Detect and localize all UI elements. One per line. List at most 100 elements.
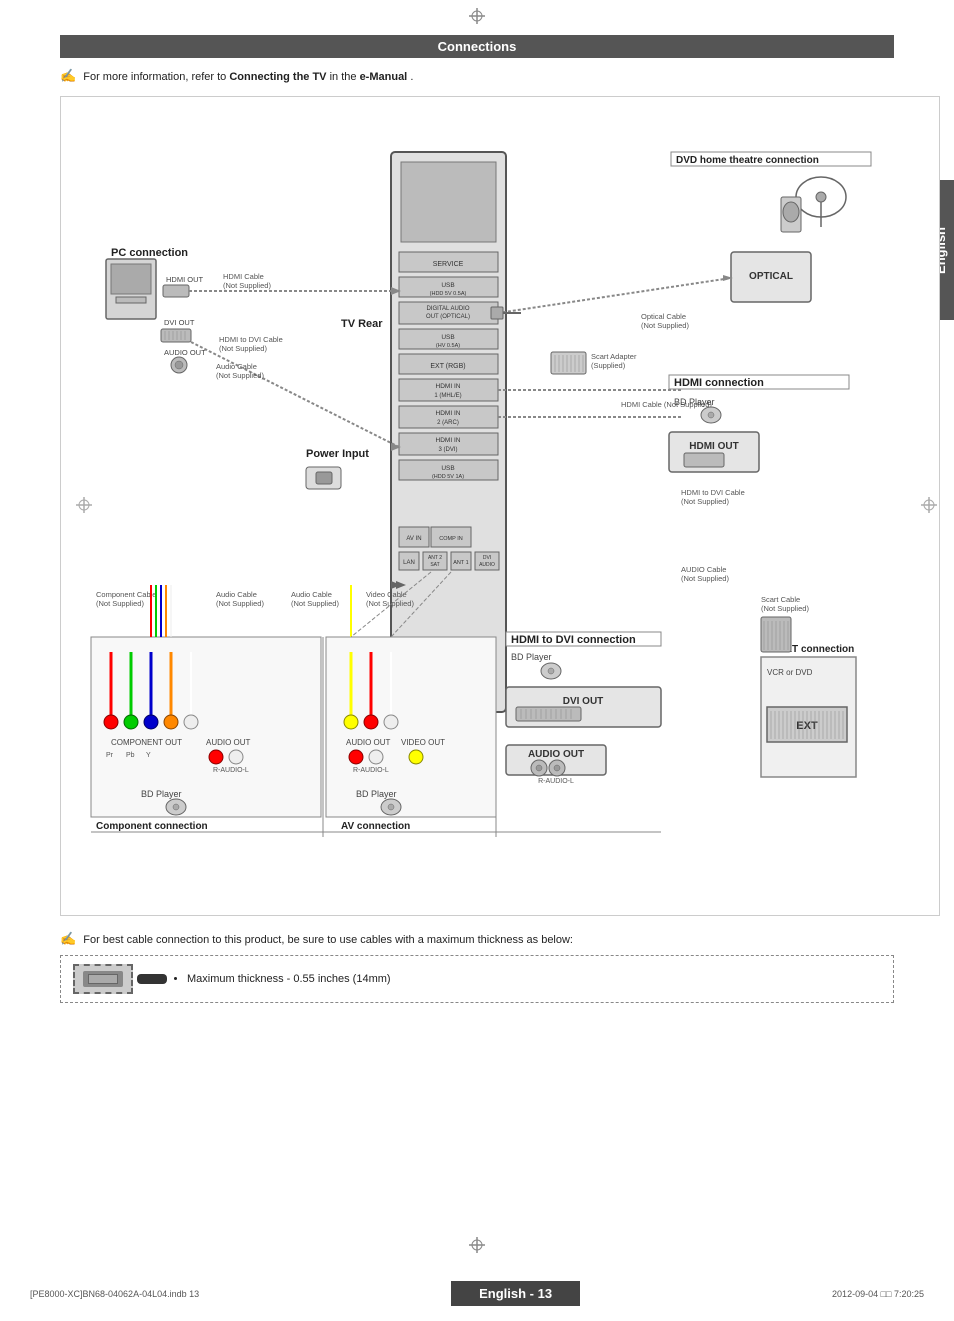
svg-text:Pr: Pr [106,752,114,759]
svg-text:AUDIO: AUDIO [479,562,495,568]
svg-text:3 (DVI): 3 (DVI) [438,447,457,453]
svg-text:Component connection: Component connection [96,821,208,832]
svg-text:AUDIO OUT: AUDIO OUT [164,348,206,357]
cable-wire [137,974,167,984]
svg-text:AUDIO OUT: AUDIO OUT [346,738,391,747]
svg-text:HDMI to DVI Cable: HDMI to DVI Cable [219,335,283,344]
svg-text:AUDIO Cable: AUDIO Cable [681,565,726,574]
svg-text:(Not Supplied): (Not Supplied) [219,344,267,353]
svg-text:COMP IN: COMP IN [439,536,462,542]
note2-text: For best cable connection to this produc… [83,934,573,946]
svg-text:VCR or DVD: VCR or DVD [767,668,813,677]
svg-text:BD Player: BD Player [141,789,182,799]
diagram-wrapper: SERVICE USB (HDD 5V 0.5A) DIGITAL AUDIO … [60,96,940,919]
svg-text:ANT 1: ANT 1 [453,560,469,566]
top-crosshair [469,8,485,27]
svg-text:BD Player: BD Player [511,652,552,662]
svg-text:HDMI OUT: HDMI OUT [689,441,738,452]
page: English Connections ✍ For more informati… [0,0,954,1321]
svg-text:(Not Supplied): (Not Supplied) [216,371,264,380]
svg-text:SERVICE: SERVICE [433,261,464,268]
svg-text:PC connection: PC connection [111,247,188,259]
svg-text:DVI: DVI [483,555,491,561]
note1-bold2: e-Manual [360,71,408,83]
note1-text: For more information, refer to [83,71,229,83]
page-number: English - 13 [479,1286,552,1301]
footer: [PE8000-XC]BN68-04062A-04L04.indb 13 Eng… [0,1281,954,1306]
page-number-box: English - 13 [451,1281,580,1306]
note1-mid: in the [330,71,360,83]
svg-text:HDMI OUT: HDMI OUT [166,275,203,284]
svg-text:EXT (RGB): EXT (RGB) [430,363,465,370]
svg-text:(Not Supplied): (Not Supplied) [223,281,271,290]
svg-text:HDMI IN: HDMI IN [436,410,461,417]
svg-text:(Not Supplied): (Not Supplied) [681,574,729,583]
bottom-crosshair [469,1237,485,1256]
connections-diagram: SERVICE USB (HDD 5V 0.5A) DIGITAL AUDIO … [60,96,940,916]
svg-text:1 (MHL/E): 1 (MHL/E) [434,393,461,399]
footer-right: 2012-09-04 □□ 7:20:25 [832,1289,924,1299]
note1: ✍ For more information, refer to Connect… [60,68,894,84]
svg-text:(HDD 5V 1A): (HDD 5V 1A) [432,474,464,480]
svg-text:VIDEO OUT: VIDEO OUT [401,738,445,747]
cable-icon [73,964,133,994]
svg-text:HDMI IN: HDMI IN [436,437,461,444]
note-icon: ✍ [60,68,76,83]
svg-text:Y: Y [146,752,151,759]
svg-text:AUDIO OUT: AUDIO OUT [528,749,584,760]
svg-text:(Supplied): (Supplied) [591,361,626,370]
svg-text:DVI OUT: DVI OUT [563,696,604,707]
svg-text:(Not Supplied): (Not Supplied) [291,599,339,608]
svg-text:BD Player: BD Player [356,789,397,799]
svg-text:HDMI connection: HDMI connection [674,377,764,389]
cable-specs-list: Maximum thickness - 0.55 inches (14mm) [187,973,391,985]
main-content: Connections ✍ For more information, refe… [30,20,924,1083]
connections-header: Connections [60,35,894,58]
svg-text:Power Input: Power Input [306,448,369,460]
svg-text:LAN: LAN [403,560,415,566]
svg-text:R-AUDIO-L: R-AUDIO-L [353,767,389,774]
svg-text:(Not Supplied): (Not Supplied) [681,497,729,506]
svg-text:BD Player: BD Player [674,397,715,407]
svg-text:HDMI Cable: HDMI Cable [223,272,264,281]
svg-text:Optical Cable: Optical Cable [641,312,686,321]
svg-text:Scart Cable: Scart Cable [761,595,800,604]
svg-text:DVI OUT: DVI OUT [164,318,195,327]
svg-text:(Not Supplied): (Not Supplied) [216,599,264,608]
note1-end: . [410,71,413,83]
svg-text:Audio Cable: Audio Cable [291,590,332,599]
note2-icon: ✍ [60,931,76,946]
svg-text:HDMI to DVI Cable: HDMI to DVI Cable [681,488,745,497]
svg-text:OUT (OPTICAL): OUT (OPTICAL) [426,314,470,320]
svg-text:USB: USB [441,334,454,341]
svg-text:R-AUDIO-L: R-AUDIO-L [213,767,249,774]
svg-text:(HDD 5V 0.5A): (HDD 5V 0.5A) [430,291,467,297]
header-title: Connections [438,39,517,54]
svg-text:Pb: Pb [126,752,135,759]
cable-note-text: Maximum thickness - 0.55 inches (14mm) [187,973,391,985]
svg-text:DIGITAL AUDIO: DIGITAL AUDIO [426,306,469,312]
cable-plug [88,974,118,984]
svg-text:Audio Cable: Audio Cable [216,590,257,599]
svg-text:Component Cable: Component Cable [96,590,156,599]
svg-text:HDMI IN: HDMI IN [436,383,461,390]
footer-left: [PE8000-XC]BN68-04062A-04L04.indb 13 [30,1289,199,1299]
svg-text:AV connection: AV connection [341,821,410,832]
svg-text:HDMI to DVI connection: HDMI to DVI connection [511,634,636,646]
svg-text:AUDIO OUT: AUDIO OUT [206,738,251,747]
svg-text:USB: USB [441,465,454,472]
svg-text:Audio Cable: Audio Cable [216,362,257,371]
svg-text:(Not Supplied): (Not Supplied) [366,599,414,608]
svg-text:R-AUDIO-L: R-AUDIO-L [538,778,574,785]
svg-text:SAT: SAT [430,562,439,568]
svg-text:TV Rear: TV Rear [341,318,383,330]
cable-thickness-box: Maximum thickness - 0.55 inches (14mm) [60,955,894,1003]
svg-text:DVD home theatre connection: DVD home theatre connection [676,155,819,166]
cable-illustration [73,964,167,994]
svg-text:USB: USB [441,282,454,289]
svg-text:ANT 2: ANT 2 [428,555,442,561]
svg-text:COMPONENT OUT: COMPONENT OUT [111,738,182,747]
svg-text:Scart Adapter: Scart Adapter [591,352,637,361]
svg-text:OPTICAL: OPTICAL [749,271,793,282]
svg-text:Video Cable: Video Cable [366,590,407,599]
